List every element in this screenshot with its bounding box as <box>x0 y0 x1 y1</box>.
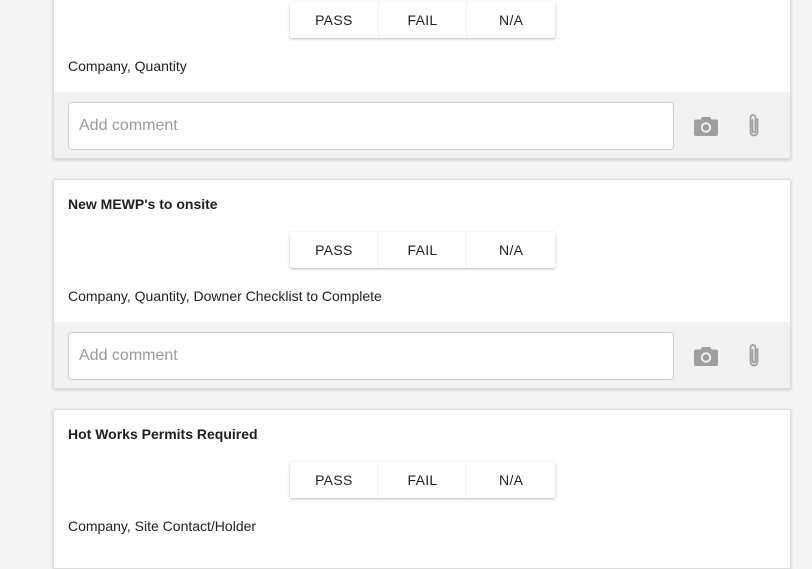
pass-button[interactable]: PASS <box>290 462 379 498</box>
na-button[interactable]: N/A <box>467 232 555 268</box>
camera-icon[interactable] <box>692 342 720 370</box>
checklist-card: Hot Works Permits Required PASS FAIL N/A… <box>53 409 791 569</box>
na-button[interactable]: N/A <box>467 462 555 498</box>
result-button-group: PASS FAIL N/A <box>290 232 555 268</box>
pass-button[interactable]: PASS <box>290 2 379 38</box>
result-button-group: PASS FAIL N/A <box>290 2 555 38</box>
comment-row <box>54 92 790 158</box>
item-description: Company, Quantity <box>68 58 187 74</box>
result-button-group: PASS FAIL N/A <box>290 462 555 498</box>
item-description: Company, Site Contact/Holder <box>68 518 257 534</box>
checklist-card: New MEWP's to onsite PASS FAIL N/A Compa… <box>53 179 791 389</box>
camera-icon[interactable] <box>692 112 720 140</box>
item-description: Company, Quantity, Downer Checklist to C… <box>68 288 382 304</box>
item-title: Hot Works Permits Required <box>68 426 258 442</box>
pass-button[interactable]: PASS <box>290 232 379 268</box>
comment-row <box>54 322 790 388</box>
comment-input[interactable] <box>68 102 674 150</box>
fail-button[interactable]: FAIL <box>379 232 468 268</box>
item-title: New MEWP's to onsite <box>68 196 218 212</box>
comment-input[interactable] <box>68 332 674 380</box>
paperclip-icon[interactable] <box>740 112 768 140</box>
na-button[interactable]: N/A <box>467 2 555 38</box>
fail-button[interactable]: FAIL <box>379 462 468 498</box>
fail-button[interactable]: FAIL <box>379 2 468 38</box>
paperclip-icon[interactable] <box>740 342 768 370</box>
checklist-card: PASS FAIL N/A Company, Quantity <box>53 0 791 159</box>
